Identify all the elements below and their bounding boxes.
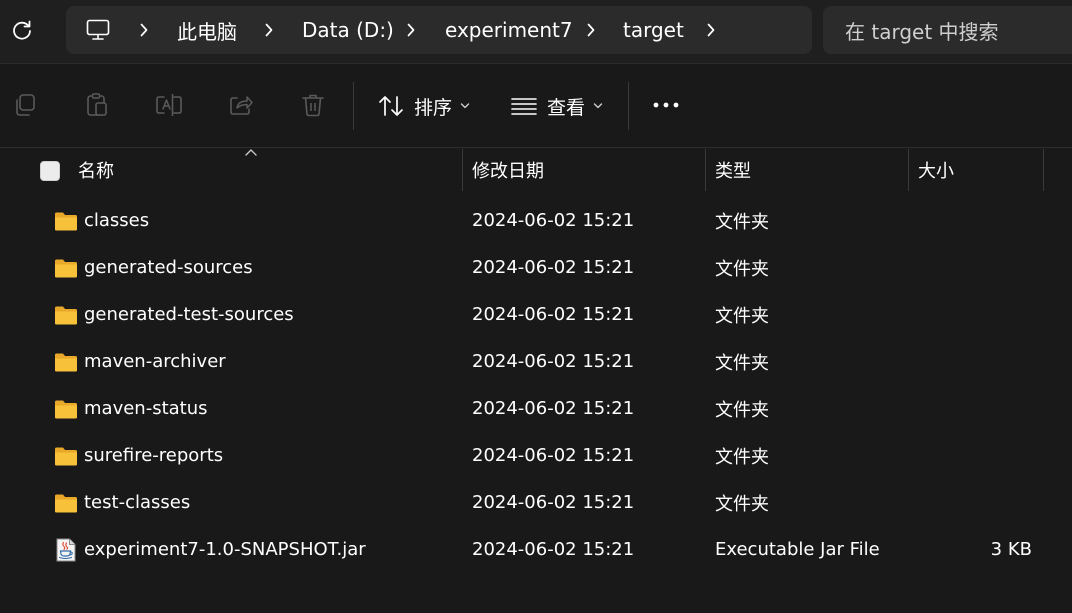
file-size <box>900 244 1032 291</box>
folder-icon <box>55 212 77 231</box>
refresh-button[interactable] <box>6 12 38 48</box>
more-options-button[interactable] <box>651 90 681 120</box>
file-row[interactable]: classes 2024-06-02 15:21 文件夹 <box>0 197 1072 244</box>
more-icon <box>653 102 679 108</box>
toolbar-divider <box>353 82 354 130</box>
chevron-right-icon[interactable] <box>136 6 152 54</box>
file-date: 2024-06-02 15:21 <box>472 210 635 231</box>
column-divider[interactable] <box>705 149 706 191</box>
folder-icon <box>55 259 77 278</box>
folder-icon <box>55 400 77 419</box>
column-divider[interactable] <box>462 149 463 191</box>
chevron-right-icon[interactable] <box>261 6 277 54</box>
column-divider[interactable] <box>1043 149 1044 191</box>
rename-icon[interactable] <box>154 90 184 120</box>
breadcrumb: 此电脑 Data (D:) experiment7 target <box>66 6 812 54</box>
toolbar-divider <box>628 82 629 130</box>
address-bar: 此电脑 Data (D:) experiment7 target 在 targe… <box>0 0 1072 64</box>
file-row[interactable]: generated-test-sources 2024-06-02 15:21 … <box>0 291 1072 338</box>
file-type: 文件夹 <box>715 211 769 233</box>
folder-icon <box>55 494 77 513</box>
monitor-icon <box>86 19 110 40</box>
view-button[interactable]: 查看 <box>511 86 603 126</box>
file-type: 文件夹 <box>715 305 769 327</box>
file-row[interactable]: maven-status 2024-06-02 15:21 文件夹 <box>0 385 1072 432</box>
chevron-right-icon[interactable] <box>583 6 599 54</box>
column-size[interactable]: 大小 <box>918 149 954 191</box>
file-size <box>900 432 1032 479</box>
breadcrumb-item-data-drive[interactable]: Data (D:) <box>302 6 394 54</box>
file-type: 文件夹 <box>715 446 769 468</box>
file-size <box>900 291 1032 338</box>
file-date: 2024-06-02 15:21 <box>472 257 635 278</box>
file-type: Executable Jar File <box>715 539 880 560</box>
folder-icon <box>55 353 77 372</box>
file-row[interactable]: maven-archiver 2024-06-02 15:21 文件夹 <box>0 338 1072 385</box>
file-row[interactable]: generated-sources 2024-06-02 15:21 文件夹 <box>0 244 1072 291</box>
command-bar: 排序 查看 <box>0 66 1072 148</box>
file-size: 3 KB <box>990 539 1032 560</box>
file-row[interactable]: test-classes 2024-06-02 15:21 文件夹 <box>0 479 1072 526</box>
file-type: 文件夹 <box>715 352 769 374</box>
column-header: 名称 修改日期 类型 大小 <box>0 149 1072 191</box>
chevron-down-icon <box>593 103 603 109</box>
view-list-icon <box>511 98 537 115</box>
refresh-icon <box>13 20 31 40</box>
chevron-down-icon <box>460 103 470 109</box>
sort-button[interactable]: 排序 <box>378 86 470 126</box>
folder-icon <box>55 447 77 466</box>
file-row[interactable]: experiment7-1.0-SNAPSHOT.jar 2024-06-02 … <box>0 526 1072 573</box>
sort-icon <box>379 96 403 116</box>
view-label: 查看 <box>547 96 586 119</box>
column-type[interactable]: 类型 <box>715 149 751 191</box>
file-date: 2024-06-02 15:21 <box>472 304 635 325</box>
file-name: generated-sources <box>84 257 253 278</box>
file-size <box>900 479 1032 526</box>
folder-icon <box>55 306 77 325</box>
file-name: experiment7-1.0-SNAPSHOT.jar <box>84 539 366 560</box>
breadcrumb-computer-icon[interactable] <box>86 6 110 54</box>
file-name: generated-test-sources <box>84 304 294 325</box>
java-jar-icon <box>56 538 76 562</box>
select-all-checkbox[interactable] <box>40 161 60 181</box>
sort-label: 排序 <box>414 96 453 119</box>
breadcrumb-item-experiment7[interactable]: experiment7 <box>445 6 573 54</box>
file-size <box>900 197 1032 244</box>
file-date: 2024-06-02 15:21 <box>472 398 635 419</box>
search-input[interactable]: 在 target 中搜索 <box>823 6 1072 54</box>
file-name: test-classes <box>84 492 191 513</box>
column-name[interactable]: 名称 <box>78 149 114 191</box>
file-name: maven-status <box>84 398 208 419</box>
share-icon[interactable] <box>226 90 256 120</box>
copy-icon[interactable] <box>10 90 40 120</box>
chevron-right-icon[interactable] <box>403 6 419 54</box>
breadcrumb-item-target[interactable]: target <box>623 6 684 54</box>
file-name: surefire-reports <box>84 445 224 466</box>
file-size <box>900 338 1032 385</box>
file-row[interactable]: surefire-reports 2024-06-02 15:21 文件夹 <box>0 432 1072 479</box>
file-type: 文件夹 <box>715 258 769 280</box>
file-size <box>900 385 1032 432</box>
file-type: 文件夹 <box>715 399 769 421</box>
chevron-right-icon[interactable] <box>703 6 719 54</box>
file-name: classes <box>84 210 150 231</box>
paste-icon[interactable] <box>82 90 112 120</box>
breadcrumb-item-this-pc[interactable]: 此电脑 <box>177 6 237 54</box>
file-date: 2024-06-02 15:21 <box>472 445 635 466</box>
file-date: 2024-06-02 15:21 <box>472 351 635 372</box>
file-date: 2024-06-02 15:21 <box>472 492 635 513</box>
delete-icon[interactable] <box>298 90 328 120</box>
column-divider[interactable] <box>908 149 909 191</box>
column-date-modified[interactable]: 修改日期 <box>472 149 544 191</box>
file-type: 文件夹 <box>715 493 769 515</box>
file-date: 2024-06-02 15:21 <box>472 539 635 560</box>
file-name: maven-archiver <box>84 351 226 372</box>
